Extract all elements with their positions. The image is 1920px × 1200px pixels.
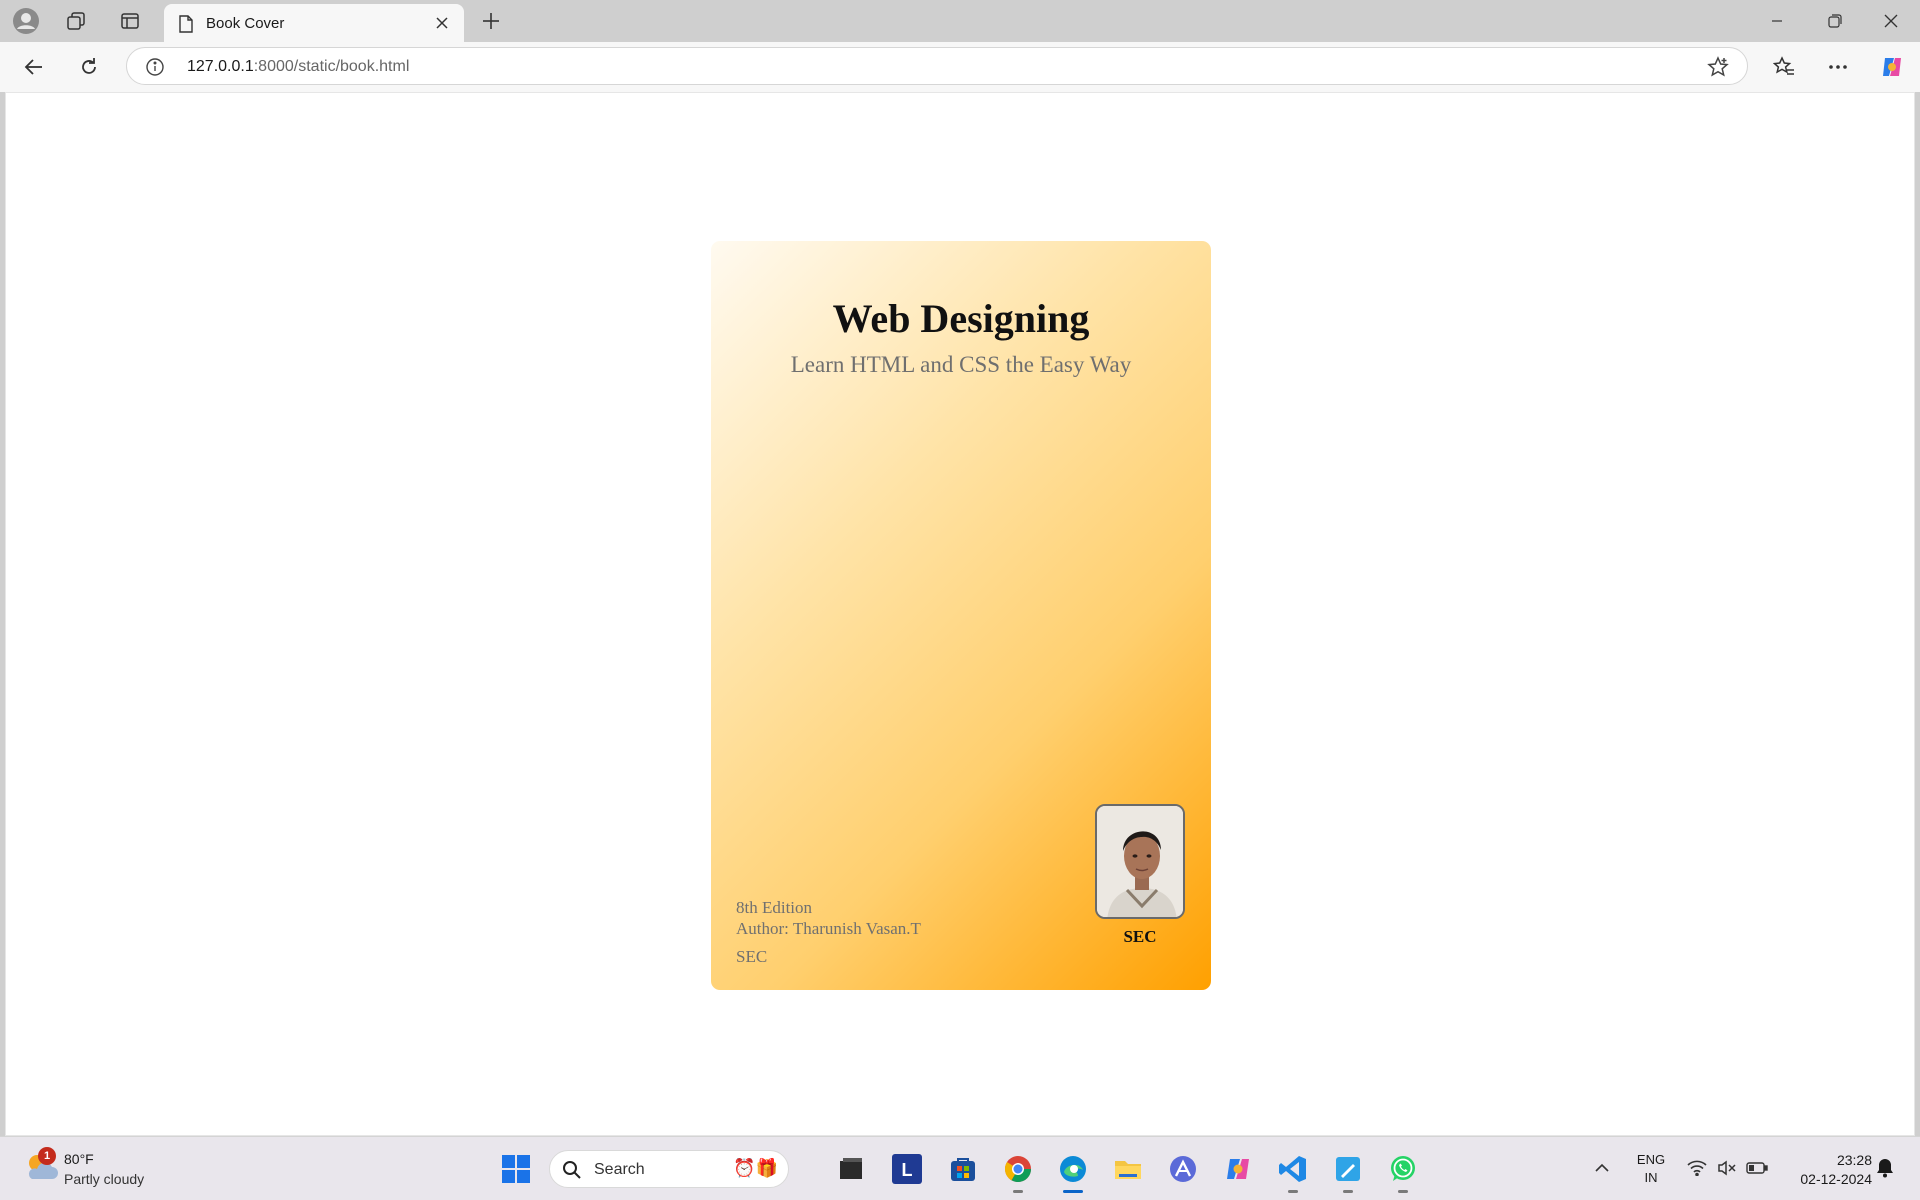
browser-toolbar: 127.0.0.1:8000/static/book.html bbox=[0, 42, 1920, 92]
weather-badge: 1 bbox=[38, 1147, 56, 1165]
taskbar-app-taskview[interactable] bbox=[833, 1151, 869, 1187]
taskbar-app-whatsapp[interactable] bbox=[1385, 1151, 1421, 1193]
tab-actions-icon[interactable] bbox=[112, 5, 148, 37]
book-info: 8th Edition Author: Tharunish Vasan.T SE… bbox=[736, 897, 921, 967]
photo-caption: SEC bbox=[1123, 927, 1157, 946]
book-cover: Web Designing Learn HTML and CSS the Eas… bbox=[711, 241, 1211, 990]
l-app-icon: L bbox=[892, 1154, 922, 1184]
taskbar-app-editor[interactable] bbox=[1330, 1151, 1366, 1193]
url-text[interactable]: 127.0.0.1:8000/static/book.html bbox=[187, 58, 409, 76]
new-tab-button[interactable] bbox=[474, 5, 508, 37]
weather-desc: Partly cloudy bbox=[64, 1171, 145, 1187]
plus-icon bbox=[483, 13, 499, 29]
author-text: Author: Tharunish Vasan.T bbox=[736, 919, 921, 938]
clock-time: 23:28 bbox=[1836, 1152, 1872, 1168]
site-info-icon[interactable] bbox=[145, 57, 165, 82]
taskbar-app-edge[interactable] bbox=[1055, 1151, 1091, 1193]
edition-text: 8th Edition bbox=[736, 898, 813, 917]
running-indicator bbox=[1013, 1190, 1023, 1193]
restore-button[interactable] bbox=[1806, 0, 1864, 42]
taskbar-app-store[interactable] bbox=[945, 1151, 981, 1187]
paint-icon bbox=[1336, 1157, 1360, 1181]
taskbar-clock[interactable]: 23:28 02-12-2024 bbox=[1782, 1151, 1872, 1189]
copilot-icon bbox=[1227, 1159, 1249, 1179]
more-menu-button[interactable] bbox=[1820, 49, 1856, 85]
wifi-icon[interactable] bbox=[1686, 1157, 1708, 1179]
address-bar[interactable]: 127.0.0.1:8000/static/book.html bbox=[126, 47, 1748, 85]
close-window-button[interactable] bbox=[1862, 0, 1920, 42]
workspaces-icon[interactable] bbox=[58, 5, 94, 37]
chrome-icon bbox=[1004, 1156, 1032, 1183]
lang-region: IN bbox=[1644, 1170, 1658, 1185]
url-path: :8000/static/book.html bbox=[253, 58, 410, 75]
book-title: Web Designing bbox=[832, 296, 1090, 341]
start-button[interactable] bbox=[498, 1151, 534, 1187]
store-icon bbox=[951, 1158, 975, 1181]
windows-logo-icon bbox=[502, 1155, 530, 1183]
profile-icon[interactable] bbox=[8, 5, 44, 37]
copilot-icon bbox=[1883, 58, 1901, 76]
tray-overflow-icon[interactable] bbox=[1591, 1157, 1613, 1179]
whatsapp-icon bbox=[1391, 1156, 1415, 1181]
url-host: 127.0.0.1 bbox=[187, 58, 254, 75]
active-indicator bbox=[1063, 1190, 1083, 1193]
favorites-button[interactable] bbox=[1766, 49, 1802, 85]
page-viewport: Web Designing Learn HTML and CSS the Eas… bbox=[5, 92, 1915, 1136]
refresh-icon bbox=[82, 58, 96, 74]
battery-icon[interactable] bbox=[1746, 1157, 1768, 1179]
folder-icon bbox=[1115, 1161, 1141, 1179]
browser-tab-bar: Book Cover bbox=[0, 0, 1920, 42]
minimize-button[interactable] bbox=[1748, 0, 1806, 42]
search-icon bbox=[562, 1160, 582, 1185]
a-app-icon bbox=[1170, 1156, 1196, 1182]
taskbar-app-a[interactable] bbox=[1165, 1151, 1201, 1187]
running-indicator bbox=[1343, 1190, 1353, 1193]
lang-code: ENG bbox=[1636, 1152, 1666, 1167]
vscode-icon bbox=[1279, 1156, 1306, 1182]
taskbar-app-chrome[interactable] bbox=[1000, 1151, 1036, 1193]
volume-muted-icon[interactable] bbox=[1716, 1157, 1738, 1179]
weather-temp: 80°F bbox=[64, 1151, 94, 1167]
search-highlight-icon: ⏰🎁 bbox=[733, 1158, 778, 1178]
running-indicator bbox=[1398, 1190, 1408, 1193]
notification-bell-icon[interactable] bbox=[1874, 1157, 1896, 1179]
back-arrow-icon bbox=[24, 59, 42, 75]
book-subtitle: Learn HTML and CSS the Easy Way bbox=[790, 352, 1132, 377]
svg-text:L: L bbox=[902, 1160, 913, 1180]
copilot-button[interactable] bbox=[1874, 49, 1910, 85]
taskbar-app-l[interactable]: L bbox=[889, 1151, 925, 1187]
taskbar: 1 80°F Partly cloudy Search ⏰🎁 L ENG IN … bbox=[0, 1136, 1920, 1200]
org-text: SEC bbox=[736, 947, 768, 966]
favorite-star-icon[interactable] bbox=[1707, 56, 1729, 83]
running-indicator bbox=[1288, 1190, 1298, 1193]
clock-date: 02-12-2024 bbox=[1800, 1171, 1872, 1187]
taskbar-search[interactable]: Search ⏰🎁 bbox=[549, 1150, 789, 1188]
author-photo bbox=[1095, 804, 1185, 919]
taskbar-app-copilot[interactable] bbox=[1220, 1151, 1256, 1187]
tab-close-icon[interactable] bbox=[432, 13, 452, 33]
search-placeholder: Search bbox=[594, 1161, 645, 1178]
taskbar-app-vscode[interactable] bbox=[1275, 1151, 1311, 1193]
edge-icon bbox=[1060, 1156, 1086, 1182]
taskbar-app-explorer[interactable] bbox=[1110, 1151, 1146, 1187]
task-view-icon bbox=[840, 1158, 862, 1179]
refresh-button[interactable] bbox=[71, 49, 107, 85]
input-language[interactable]: ENG IN bbox=[1634, 1151, 1668, 1187]
back-button[interactable] bbox=[16, 49, 52, 85]
favorites-icon bbox=[1773, 56, 1794, 75]
tab-book-cover[interactable]: Book Cover bbox=[164, 4, 464, 42]
more-dots-icon bbox=[1829, 65, 1847, 69]
page-icon bbox=[179, 15, 193, 33]
tab-title: Book Cover bbox=[206, 15, 285, 32]
